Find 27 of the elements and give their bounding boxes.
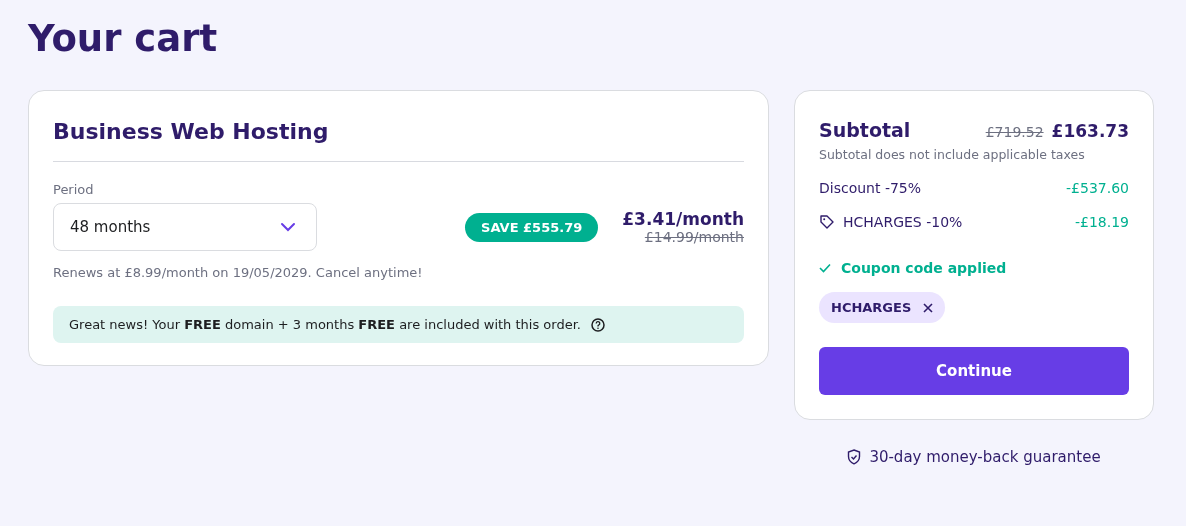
period-dropdown[interactable]: 48 months — [53, 203, 317, 251]
help-icon[interactable] — [590, 317, 605, 332]
discount-label: Discount -75% — [819, 180, 922, 196]
continue-button[interactable]: Continue — [819, 347, 1129, 395]
renewal-note: Renews at £8.99/month on 19/05/2029. Cancel anytime! — [53, 265, 424, 280]
total: £163.73 — [1051, 121, 1129, 141]
product-name: Business Web Hosting — [53, 118, 330, 146]
old-price: £14.99/month — [644, 229, 744, 245]
tag-icon — [819, 214, 835, 230]
save-badge: SAVE £555.79 — [465, 212, 599, 242]
coupon-status: Coupon code applied — [841, 260, 1007, 276]
price: £3.41/month — [622, 209, 744, 229]
subtotal-title: Subtotal — [819, 119, 911, 141]
page-title: Your cart — [28, 16, 219, 62]
coupon-chip: HCHARGES — [819, 292, 946, 323]
guarantee-text: 30-day money-back guarantee — [869, 448, 1101, 466]
check-icon — [819, 263, 831, 273]
chevron-down-icon — [280, 222, 296, 232]
promo-text: Great news! Your FREE domain + 3 months FREE are included with this order. — [69, 317, 581, 332]
discount-amount: -£537.60 — [1066, 180, 1129, 196]
close-icon[interactable] — [923, 302, 934, 313]
discount-amount: -£18.19 — [1074, 214, 1129, 230]
period-label: Period — [53, 182, 95, 197]
tax-note: Subtotal does not include applicable taxes — [819, 147, 1086, 162]
old-total: £719.52 — [985, 124, 1044, 140]
shield-check-icon — [847, 449, 862, 465]
discount-label: HCHARGES -10% — [843, 214, 963, 230]
